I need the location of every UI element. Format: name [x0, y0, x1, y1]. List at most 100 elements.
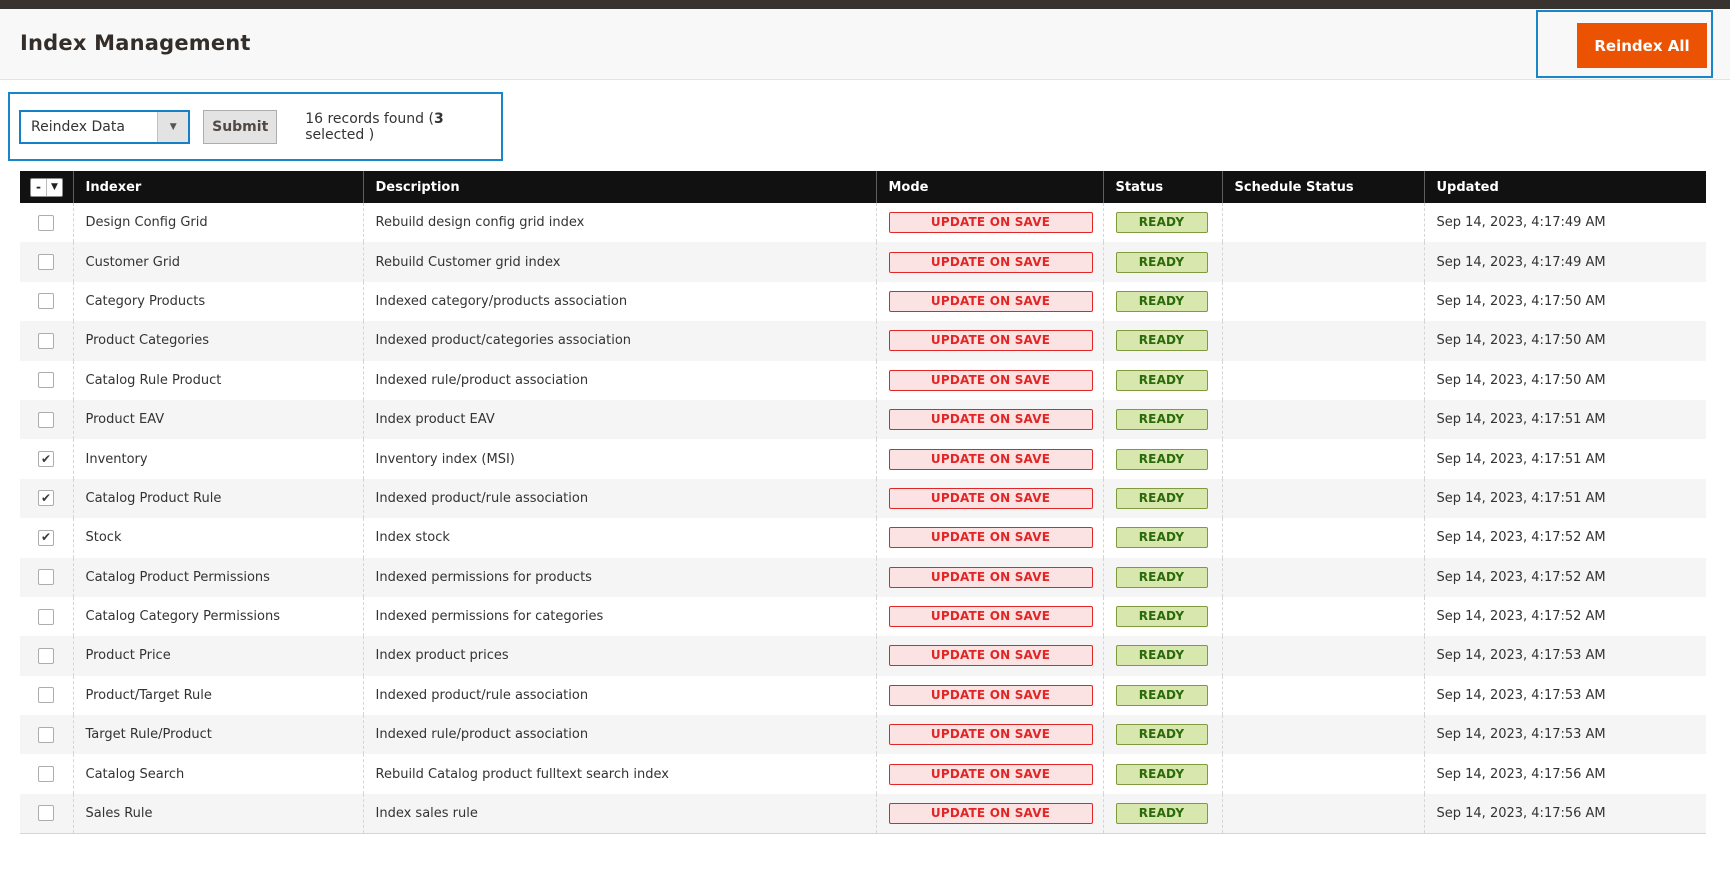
table-row: Target Rule/Product Indexed rule/product…: [20, 715, 1706, 754]
submit-button[interactable]: Submit: [203, 110, 277, 144]
status-cell: READY: [1103, 558, 1222, 597]
status-badge: READY: [1116, 409, 1208, 430]
description-cell: Indexed permissions for products: [363, 558, 876, 597]
updated-timestamp: Sep 14, 2023, 4:17:51 AM: [1437, 491, 1606, 506]
checkbox-cell: [20, 439, 73, 478]
table-row: Product Price Index product prices UPDAT…: [20, 636, 1706, 675]
schedule-status-cell: [1222, 518, 1424, 557]
indexer-name: Product/Target Rule: [86, 688, 212, 703]
header-row: - ▼ Indexer Description Mode Status Sche…: [20, 171, 1706, 203]
mode-badge: UPDATE ON SAVE: [889, 291, 1093, 312]
description-cell: Index stock: [363, 518, 876, 557]
reindex-all-button[interactable]: Reindex All: [1577, 23, 1707, 68]
updated-timestamp: Sep 14, 2023, 4:17:50 AM: [1437, 333, 1606, 348]
updated-timestamp: Sep 14, 2023, 4:17:53 AM: [1437, 648, 1606, 663]
mode-badge: UPDATE ON SAVE: [889, 803, 1093, 824]
mode-badge: UPDATE ON SAVE: [889, 330, 1093, 351]
status-cell: READY: [1103, 282, 1222, 321]
mass-action-select[interactable]: Reindex Data ▼: [19, 110, 190, 144]
row-checkbox[interactable]: [38, 215, 54, 231]
schedule-status-cell: [1222, 479, 1424, 518]
indexer-cell: Catalog Rule Product: [73, 361, 363, 400]
indexer-cell: Product/Target Rule: [73, 676, 363, 715]
indexer-description: Indexed category/products association: [376, 294, 628, 309]
mode-badge: UPDATE ON SAVE: [889, 449, 1093, 470]
indexer-name: Product Categories: [86, 333, 210, 348]
row-checkbox[interactable]: [38, 805, 54, 821]
reindex-all-highlight-box: Reindex All: [1536, 10, 1713, 78]
mass-action-selected-value: Reindex Data: [21, 119, 125, 135]
table-row: Design Config Grid Rebuild design config…: [20, 203, 1706, 242]
column-header-updated[interactable]: Updated: [1424, 171, 1706, 203]
indexer-name: Stock: [86, 530, 122, 545]
records-prefix: 16 records found (: [305, 111, 434, 127]
table-row: Customer Grid Rebuild Customer grid inde…: [20, 242, 1706, 281]
row-checkbox[interactable]: [38, 648, 54, 664]
updated-cell: Sep 14, 2023, 4:17:50 AM: [1424, 282, 1706, 321]
indexer-description: Indexed product/rule association: [376, 688, 589, 703]
mode-badge: UPDATE ON SAVE: [889, 645, 1093, 666]
row-checkbox[interactable]: [38, 254, 54, 270]
status-cell: READY: [1103, 715, 1222, 754]
row-checkbox[interactable]: [38, 530, 54, 546]
updated-cell: Sep 14, 2023, 4:17:50 AM: [1424, 361, 1706, 400]
updated-cell: Sep 14, 2023, 4:17:52 AM: [1424, 518, 1706, 557]
column-header-schedule-status[interactable]: Schedule Status: [1222, 171, 1424, 203]
checkbox-cell: [20, 400, 73, 439]
column-header-status[interactable]: Status: [1103, 171, 1222, 203]
updated-timestamp: Sep 14, 2023, 4:17:50 AM: [1437, 294, 1606, 309]
row-checkbox[interactable]: [38, 687, 54, 703]
row-checkbox[interactable]: [38, 293, 54, 309]
row-checkbox[interactable]: [38, 451, 54, 467]
description-cell: Index product prices: [363, 636, 876, 675]
mass-select-dropdown[interactable]: - ▼: [30, 178, 63, 197]
mode-cell: UPDATE ON SAVE: [876, 282, 1103, 321]
indexer-description: Indexed product/categories association: [376, 333, 632, 348]
row-checkbox[interactable]: [38, 766, 54, 782]
row-checkbox[interactable]: [38, 412, 54, 428]
updated-cell: Sep 14, 2023, 4:17:52 AM: [1424, 597, 1706, 636]
checkbox-cell: [20, 242, 73, 281]
chevron-down-icon[interactable]: ▼: [157, 112, 188, 142]
updated-cell: Sep 14, 2023, 4:17:51 AM: [1424, 439, 1706, 478]
indexer-description: Rebuild Customer grid index: [376, 255, 561, 270]
status-badge: READY: [1116, 764, 1208, 785]
status-badge: READY: [1116, 449, 1208, 470]
status-badge: READY: [1116, 252, 1208, 273]
indexer-description: Index stock: [376, 530, 450, 545]
table-row: Catalog Rule Product Indexed rule/produc…: [20, 361, 1706, 400]
checkbox-cell: [20, 321, 73, 360]
status-cell: READY: [1103, 321, 1222, 360]
checkbox-cell: [20, 597, 73, 636]
status-badge: READY: [1116, 724, 1208, 745]
indexer-description: Indexed rule/product association: [376, 727, 589, 742]
column-header-mode[interactable]: Mode: [876, 171, 1103, 203]
updated-timestamp: Sep 14, 2023, 4:17:49 AM: [1437, 255, 1606, 270]
row-checkbox[interactable]: [38, 569, 54, 585]
row-checkbox[interactable]: [38, 372, 54, 388]
row-checkbox[interactable]: [38, 490, 54, 506]
indexer-description: Rebuild design config grid index: [376, 215, 585, 230]
row-checkbox[interactable]: [38, 333, 54, 349]
status-badge: READY: [1116, 488, 1208, 509]
description-cell: Rebuild Catalog product fulltext search …: [363, 754, 876, 793]
mode-cell: UPDATE ON SAVE: [876, 400, 1103, 439]
status-badge: READY: [1116, 291, 1208, 312]
status-badge: READY: [1116, 370, 1208, 391]
checkbox-cell: [20, 518, 73, 557]
checkbox-cell: [20, 676, 73, 715]
column-header-description[interactable]: Description: [363, 171, 876, 203]
indexer-cell: Sales Rule: [73, 794, 363, 833]
indexer-name: Catalog Category Permissions: [86, 609, 280, 624]
updated-timestamp: Sep 14, 2023, 4:17:52 AM: [1437, 530, 1606, 545]
row-checkbox[interactable]: [38, 609, 54, 625]
status-cell: READY: [1103, 676, 1222, 715]
row-checkbox[interactable]: [38, 727, 54, 743]
mode-badge: UPDATE ON SAVE: [889, 409, 1093, 430]
status-cell: READY: [1103, 794, 1222, 833]
status-cell: READY: [1103, 242, 1222, 281]
column-header-indexer[interactable]: Indexer: [73, 171, 363, 203]
updated-cell: Sep 14, 2023, 4:17:52 AM: [1424, 558, 1706, 597]
indexer-description: Indexed permissions for products: [376, 570, 592, 585]
mode-cell: UPDATE ON SAVE: [876, 754, 1103, 793]
